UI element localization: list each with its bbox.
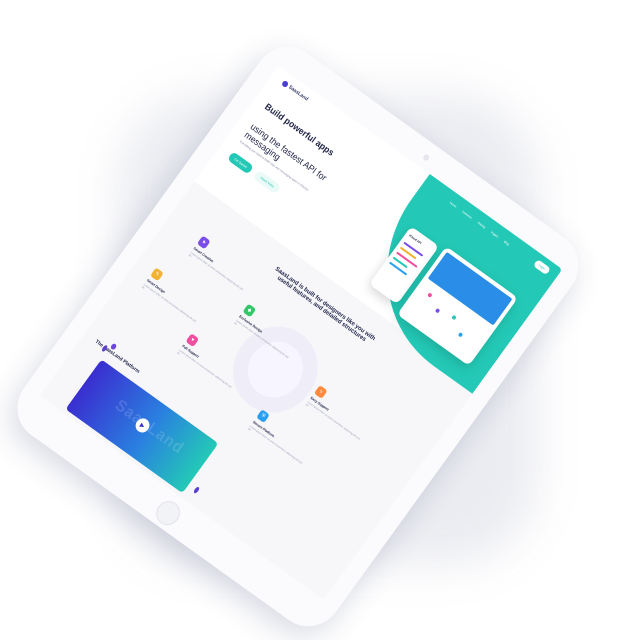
chart-dot (434, 307, 441, 314)
logo-text: SaasLand (287, 84, 310, 103)
feature-card: ϟ Easy Support Lorem ipsum dolor sit ame… (304, 385, 374, 446)
feature-text: Lorem ipsum dolor sit amet consectetur a… (176, 348, 232, 389)
feature-text: Lorem ipsum dolor sit amet consectetur a… (304, 400, 361, 441)
heart-icon: ♥ (185, 333, 200, 348)
chart-dot (451, 314, 457, 321)
phone-label: iCloud API (408, 233, 423, 246)
bolt-icon: ϟ (313, 385, 328, 399)
chart-dot (427, 292, 433, 298)
home-button[interactable] (151, 496, 185, 530)
feature-text: Lorem ipsum dolor sit amet consectetur a… (140, 283, 197, 324)
feature-card: ★ Smart Creative Lorem ipsum dolor sit a… (187, 235, 257, 297)
video-player[interactable]: SaasLand ▶ (65, 359, 219, 494)
plant-leaf-icon (192, 486, 201, 495)
chart-dot (457, 331, 464, 338)
hero-subtitle: using the fastest API for messaging (242, 121, 329, 183)
feature-text: Lorem ipsum dolor sit amet consectetur a… (246, 424, 303, 465)
feature-text: Lorem ipsum dolor sit amet consectetur a… (187, 251, 244, 292)
feature-card: ⛨ Secure Platform Lorem ipsum dolor sit … (247, 409, 317, 470)
feature-card: ✎ Smart Design Lorem ipsum dolor sit ame… (141, 267, 211, 328)
get-started-button[interactable]: Get Started (226, 151, 255, 175)
logo[interactable]: SaasLand (280, 79, 310, 103)
diamond-icon: ◆ (242, 303, 257, 318)
pen-icon: ✎ (150, 267, 164, 282)
watch-video-button[interactable]: Watch Video (252, 169, 282, 195)
camera-dot (422, 153, 431, 162)
page: SaasLand Home Features Pricing Pages Blo… (0, 0, 620, 640)
star-icon: ★ (196, 235, 211, 250)
